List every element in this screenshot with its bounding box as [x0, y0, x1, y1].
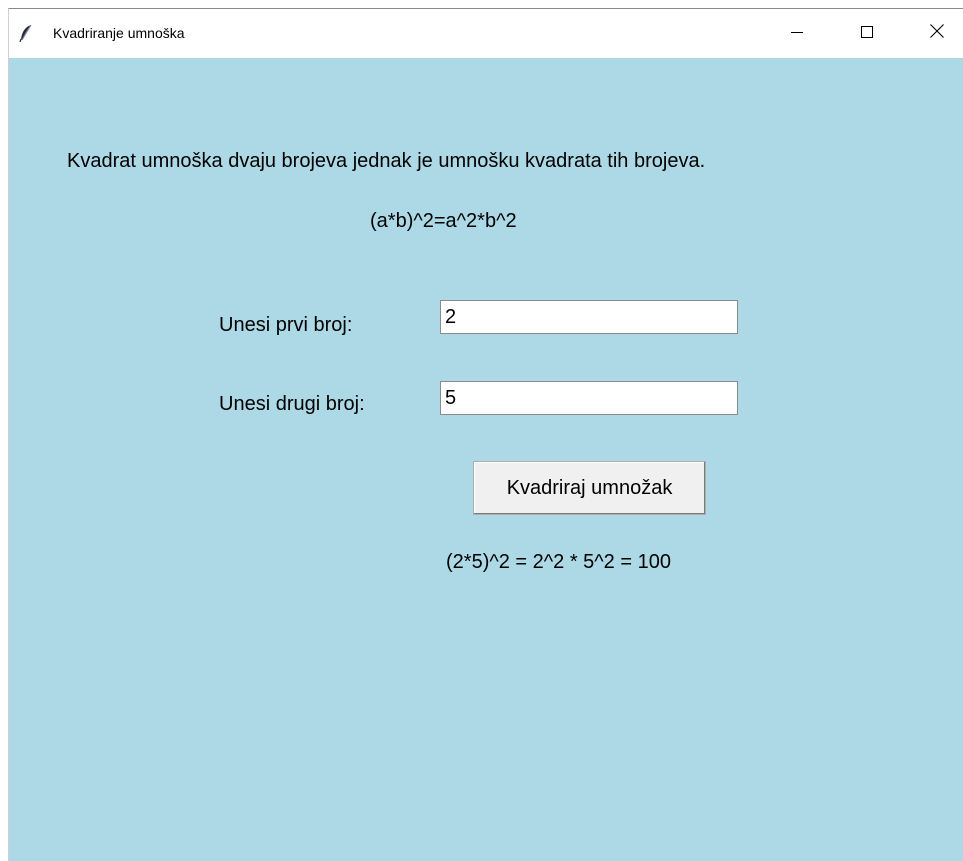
app-window: Kvadriranje umnoška Kvadrat umnoška dvaj…	[8, 8, 963, 861]
second-number-input[interactable]	[440, 381, 738, 415]
window-title: Kvadriranje umnoška	[53, 25, 185, 41]
second-number-label: Unesi drugi broj:	[219, 393, 365, 415]
close-button[interactable]	[914, 9, 960, 58]
main-panel: Kvadrat umnoška dvaju brojeva jednak je …	[9, 58, 963, 861]
formula-text: (a*b)^2=a^2*b^2	[370, 210, 517, 232]
square-product-button[interactable]: Kvadriraj umnožak	[473, 461, 706, 515]
description-text: Kvadrat umnoška dvaju brojeva jednak je …	[67, 150, 706, 172]
first-number-label: Unesi prvi broj:	[219, 314, 353, 336]
title-bar[interactable]: Kvadriranje umnoška	[9, 9, 963, 58]
result-text: (2*5)^2 = 2^2 * 5^2 = 100	[446, 551, 671, 573]
first-number-input[interactable]	[440, 300, 738, 334]
feather-icon	[19, 24, 33, 43]
minimize-icon	[791, 25, 803, 43]
maximize-icon	[861, 25, 873, 43]
close-icon	[930, 24, 944, 43]
maximize-button[interactable]	[844, 9, 890, 58]
minimize-button[interactable]	[774, 9, 820, 58]
